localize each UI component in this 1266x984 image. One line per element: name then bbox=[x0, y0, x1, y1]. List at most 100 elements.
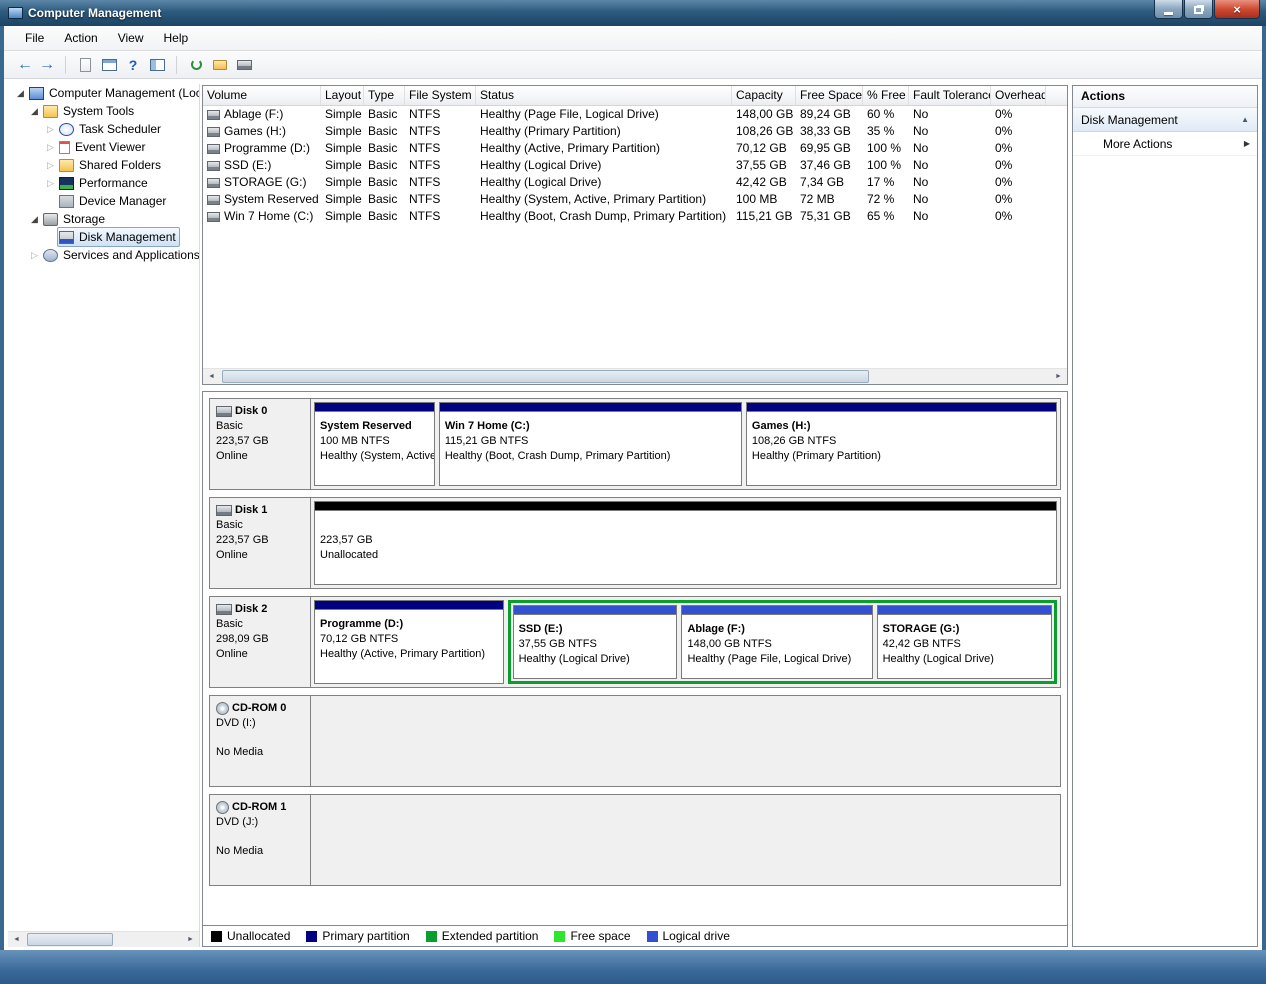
expander-expanded-icon[interactable]: ◢ bbox=[28, 210, 41, 228]
column-header-type[interactable]: Type bbox=[364, 86, 405, 105]
capacity-cell: 148,00 GB bbox=[736, 107, 794, 121]
scroll-left-button[interactable]: ◄ bbox=[203, 369, 220, 384]
scrollbar-thumb[interactable] bbox=[27, 933, 114, 946]
volume-row[interactable]: STORAGE (G:) Simple Basic NTFS Healthy (… bbox=[203, 174, 1067, 191]
disk-2-label[interactable]: Disk 2 Basic 298,09 GB Online bbox=[210, 597, 311, 687]
volume-row[interactable]: Ablage (F:) Simple Basic NTFS Healthy (P… bbox=[203, 106, 1067, 123]
scrollbar-track[interactable] bbox=[25, 932, 182, 947]
tree-item-disk-management[interactable]: Disk Management bbox=[8, 227, 199, 247]
volume-row[interactable]: SSD (E:) Simple Basic NTFS Healthy (Logi… bbox=[203, 157, 1067, 174]
folder-icon[interactable] bbox=[208, 54, 232, 76]
disk-1-label[interactable]: Disk 1 Basic 223,57 GB Online bbox=[210, 498, 311, 588]
volume-row[interactable]: Win 7 Home (C:) Simple Basic NTFS Health… bbox=[203, 208, 1067, 225]
expander-collapsed-icon[interactable]: ▷ bbox=[28, 246, 41, 264]
disk-row-2: Disk 2 Basic 298,09 GB Online Programme … bbox=[209, 596, 1061, 688]
menu-item[interactable]: Help bbox=[155, 28, 198, 48]
show-console-tree-icon[interactable] bbox=[97, 54, 121, 76]
column-header-capacity[interactable]: Capacity bbox=[732, 86, 796, 105]
partition-system-reserved[interactable]: System Reserved 100 MB NTFS Healthy (Sys… bbox=[314, 402, 435, 486]
partition-programme[interactable]: Programme (D:) 70,12 GB NTFS Healthy (Ac… bbox=[314, 600, 504, 684]
tree-item-services-and-applications[interactable]: ▷ Services and Applications bbox=[8, 246, 199, 264]
status-cell: Healthy (Logical Drive) bbox=[480, 158, 602, 172]
layout-cell: Simple bbox=[325, 141, 362, 155]
column-header-layout[interactable]: Layout bbox=[321, 86, 364, 105]
collapse-chevron-icon[interactable]: ▲ bbox=[1241, 115, 1249, 124]
volume-cell: System Reserved bbox=[203, 191, 321, 208]
cdrom-0-label[interactable]: CD-ROM 0 DVD (I:) No Media bbox=[210, 696, 311, 786]
expander-collapsed-icon[interactable]: ▷ bbox=[44, 120, 57, 138]
scroll-left-button[interactable]: ◄ bbox=[8, 932, 25, 947]
scrollbar-thumb[interactable] bbox=[222, 370, 870, 383]
restore-button[interactable] bbox=[1184, 0, 1213, 19]
partition-status: Healthy (Page File, Logical Drive) bbox=[687, 653, 852, 665]
disk-size: 223,57 GB bbox=[216, 534, 269, 546]
cdrom-row-1: CD-ROM 1 DVD (J:) No Media bbox=[209, 794, 1061, 886]
region-unallocated[interactable]: 223,57 GB Unallocated bbox=[314, 501, 1057, 585]
scroll-right-button[interactable]: ► bbox=[182, 932, 199, 947]
column-header-overhead[interactable]: Overhead bbox=[991, 86, 1046, 105]
column-header-filler bbox=[1046, 86, 1067, 105]
expander-expanded-icon[interactable]: ◢ bbox=[28, 102, 41, 120]
close-button[interactable]: × bbox=[1214, 0, 1260, 19]
volume-disk-icon bbox=[207, 126, 220, 137]
partition-storage[interactable]: STORAGE (G:) 42,42 GB NTFS Healthy (Logi… bbox=[876, 605, 1052, 679]
volume-row[interactable]: System Reserved Simple Basic NTFS Health… bbox=[203, 191, 1067, 208]
expander-collapsed-icon[interactable]: ▷ bbox=[44, 138, 57, 156]
expander-collapsed-icon[interactable]: ▷ bbox=[44, 156, 57, 174]
volume-cell: Win 7 Home (C:) bbox=[203, 208, 321, 225]
tree-item-event-viewer[interactable]: ▷ Event Viewer bbox=[8, 138, 199, 156]
column-header-fault-tolerance[interactable]: Fault Tolerance bbox=[909, 86, 991, 105]
scroll-right-button[interactable]: ► bbox=[1050, 369, 1067, 384]
menu-item[interactable]: File bbox=[16, 28, 53, 48]
partition-win7-home[interactable]: Win 7 Home (C:) 115,21 GB NTFS Healthy (… bbox=[438, 402, 742, 486]
tree-item-task-scheduler[interactable]: ▷ Task Scheduler bbox=[8, 120, 199, 138]
expander-expanded-icon[interactable]: ◢ bbox=[14, 84, 27, 102]
tree-horizontal-scrollbar[interactable]: ◄ ► bbox=[8, 931, 199, 947]
menu-item[interactable]: View bbox=[109, 28, 153, 48]
titlebar: Computer Management × bbox=[0, 0, 1266, 26]
partition-type-bar bbox=[315, 601, 503, 610]
shared-folders-icon bbox=[59, 158, 74, 172]
disk-0-label[interactable]: Disk 0 Basic 223,57 GB Online bbox=[210, 399, 311, 489]
column-header-status[interactable]: Status bbox=[476, 86, 732, 105]
partition-size: 100 MB NTFS bbox=[320, 435, 390, 447]
volume-row[interactable]: Games (H:) Simple Basic NTFS Healthy (Pr… bbox=[203, 123, 1067, 140]
column-header-file-system[interactable]: File System bbox=[405, 86, 476, 105]
tree-item-shared-folders[interactable]: ▷ Shared Folders bbox=[8, 156, 199, 174]
refresh-circle-icon bbox=[190, 59, 202, 70]
tree-item-storage[interactable]: ◢ Storage bbox=[8, 210, 199, 228]
expander-collapsed-icon[interactable]: ▷ bbox=[44, 174, 57, 192]
partition-type-bar bbox=[513, 606, 677, 615]
free-space-cell: 69,95 GB bbox=[800, 141, 851, 155]
tree-item-device-manager[interactable]: Device Manager bbox=[8, 192, 199, 210]
more-actions[interactable]: More Actions ▶ bbox=[1073, 132, 1257, 156]
refresh-icon[interactable] bbox=[184, 54, 208, 76]
cdrom-1-label[interactable]: CD-ROM 1 DVD (J:) No Media bbox=[210, 795, 311, 885]
partition-games[interactable]: Games (H:) 108,26 GB NTFS Healthy (Prima… bbox=[745, 402, 1057, 486]
column-header-free-space[interactable]: Free Space bbox=[796, 86, 863, 105]
tree-item-performance[interactable]: ▷ Performance bbox=[8, 174, 199, 192]
minimize-button[interactable] bbox=[1154, 0, 1183, 19]
forward-icon[interactable]: → bbox=[36, 56, 58, 74]
export-list-icon[interactable] bbox=[73, 54, 97, 76]
disk-icon[interactable] bbox=[232, 54, 256, 76]
tree-item-system-tools[interactable]: ◢ System Tools bbox=[8, 102, 199, 120]
column-header-volume[interactable]: Volume bbox=[203, 86, 321, 105]
volume-disk-icon bbox=[207, 194, 220, 205]
menu-item[interactable]: Action bbox=[55, 28, 106, 48]
help-icon[interactable]: ? bbox=[121, 54, 145, 76]
scrollbar-track[interactable] bbox=[220, 369, 1050, 384]
disk-size: 298,09 GB bbox=[216, 633, 269, 645]
back-icon[interactable]: ← bbox=[14, 56, 36, 74]
partition-ablage[interactable]: Ablage (F:) 148,00 GB NTFS Healthy (Page… bbox=[681, 605, 873, 679]
properties-icon[interactable] bbox=[145, 54, 169, 76]
column-header-percent-free[interactable]: % Free bbox=[863, 86, 909, 105]
partition-ssd[interactable]: SSD (E:) 37,55 GB NTFS Healthy (Logical … bbox=[512, 605, 678, 679]
tree-item-computer-management[interactable]: ◢ Computer Management (Local) bbox=[8, 84, 199, 102]
volume-name: Games (H:) bbox=[224, 124, 287, 138]
status-cell: Healthy (Primary Partition) bbox=[480, 124, 621, 138]
volume-list-horizontal-scrollbar[interactable]: ◄ ► bbox=[203, 368, 1067, 384]
event-viewer-icon bbox=[59, 140, 70, 154]
actions-section-disk-management[interactable]: Disk Management ▲ bbox=[1073, 108, 1257, 132]
volume-row[interactable]: Programme (D:) Simple Basic NTFS Healthy… bbox=[203, 140, 1067, 157]
